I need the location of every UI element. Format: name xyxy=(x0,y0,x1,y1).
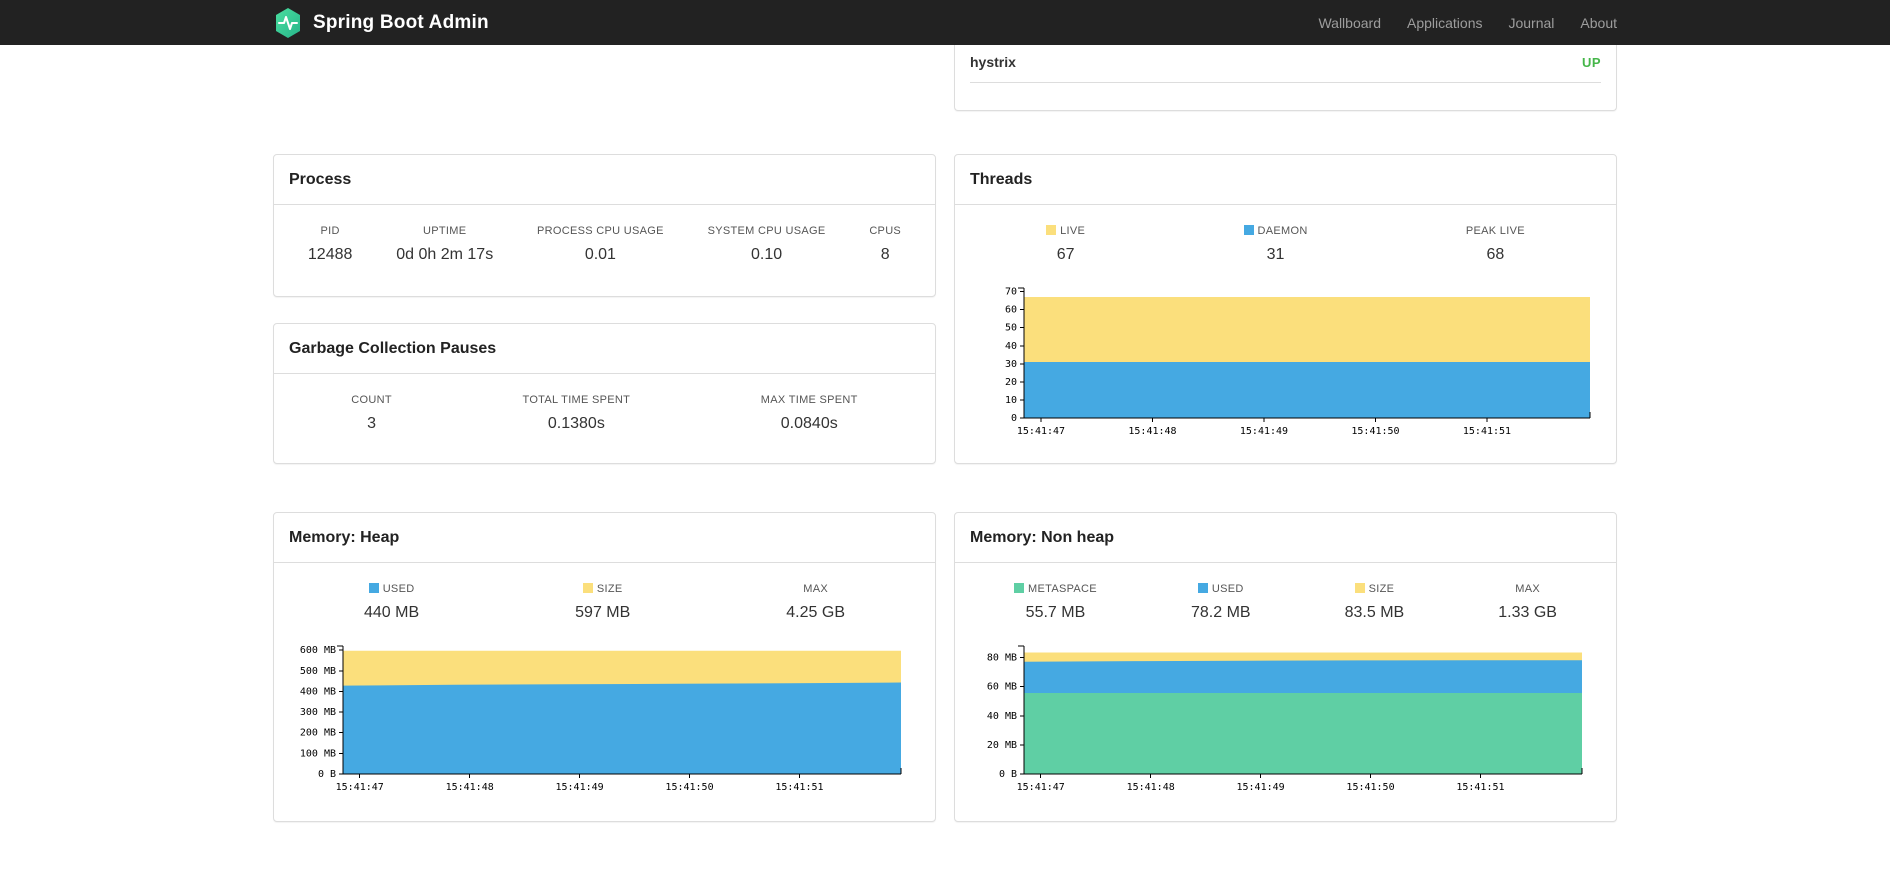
svg-text:50: 50 xyxy=(1004,323,1016,334)
svg-text:0: 0 xyxy=(1010,413,1016,424)
metric-nonheap-metaspace: METASPACE 55.7 MB xyxy=(1014,583,1097,622)
process-metrics: PID 12488 UPTIME 0d 0h 2m 17s PROCESS CP… xyxy=(274,205,935,270)
metric-pid: PID 12488 xyxy=(307,225,353,263)
gc-panel: Garbage Collection Pauses COUNT 3 TOTAL … xyxy=(273,323,936,464)
gc-panel-title: Garbage Collection Pauses xyxy=(274,324,935,374)
svg-text:15:41:51: 15:41:51 xyxy=(1462,426,1510,437)
heap-size-legend-swatch xyxy=(582,583,593,593)
process-panel: Process PID 12488 UPTIME 0d 0h 2m 17s PR… xyxy=(273,154,936,297)
svg-text:15:41:47: 15:41:47 xyxy=(335,782,383,793)
svg-text:60: 60 xyxy=(1004,305,1016,316)
threads-panel: Threads LIVE 67 DAEMON 31 PEAK LIVE 68 0… xyxy=(954,154,1617,464)
nav-item-applications[interactable]: Applications xyxy=(1394,15,1496,31)
svg-text:15:41:47: 15:41:47 xyxy=(1016,782,1064,793)
metric-gc-count: COUNT 3 xyxy=(351,394,392,432)
live-legend-swatch xyxy=(1046,225,1057,235)
svg-text:40 MB: 40 MB xyxy=(986,711,1016,722)
memory-heap-panel: Memory: Heap USED 440 MB SIZE 597 MB MAX xyxy=(273,512,936,822)
svg-text:300 MB: 300 MB xyxy=(299,707,335,718)
svg-text:15:41:51: 15:41:51 xyxy=(1456,782,1504,793)
nonheap-size-legend-swatch xyxy=(1354,583,1365,593)
svg-text:10: 10 xyxy=(1004,395,1016,406)
application-row-hystrix[interactable]: hystrix UP xyxy=(970,45,1601,83)
svg-text:15:41:48: 15:41:48 xyxy=(1128,426,1176,437)
svg-text:15:41:50: 15:41:50 xyxy=(665,782,713,793)
metric-gc-total-time: TOTAL TIME SPENT 0.1380s xyxy=(522,394,631,432)
metric-system-cpu: SYSTEM CPU USAGE 0.10 xyxy=(707,225,826,263)
threads-chart: 0 10 20 30 40 50 60 70 15:41:47 15:41:48 15:41:49 1… xyxy=(1004,287,1590,437)
metric-cpus: CPUS 8 xyxy=(869,225,902,263)
brand-title: Spring Boot Admin xyxy=(313,11,489,33)
svg-text:0 B: 0 B xyxy=(317,769,335,780)
metric-gc-max-time: MAX TIME SPENT 0.0840s xyxy=(760,394,858,432)
svg-text:400 MB: 400 MB xyxy=(299,686,335,697)
metric-threads-peak-live: PEAK LIVE 68 xyxy=(1465,225,1525,263)
svg-text:15:41:48: 15:41:48 xyxy=(1126,782,1174,793)
nav-item-about[interactable]: About xyxy=(1567,15,1617,31)
svg-text:70: 70 xyxy=(1004,287,1016,298)
nav-item-journal[interactable]: Journal xyxy=(1495,15,1567,31)
daemon-legend-swatch xyxy=(1243,225,1254,235)
svg-text:15:41:50: 15:41:50 xyxy=(1351,426,1399,437)
svg-text:60 MB: 60 MB xyxy=(986,682,1016,693)
svg-text:15:41:49: 15:41:49 xyxy=(555,782,603,793)
memory-nonheap-panel-title: Memory: Non heap xyxy=(955,513,1616,563)
svg-text:500 MB: 500 MB xyxy=(299,666,335,677)
heap-used-legend-swatch xyxy=(368,583,379,593)
svg-text:15:41:49: 15:41:49 xyxy=(1239,426,1287,437)
navbar: Spring Boot Admin Wallboard Applications… xyxy=(0,0,1890,45)
metric-nonheap-size: SIZE 83.5 MB xyxy=(1344,583,1405,621)
nav-item-wallboard[interactable]: Wallboard xyxy=(1305,15,1394,31)
svg-text:200 MB: 200 MB xyxy=(299,728,335,739)
metric-threads-live: LIVE 67 xyxy=(1046,225,1085,264)
svg-text:600 MB: 600 MB xyxy=(299,645,335,656)
applications-panel: hystrix UP xyxy=(954,45,1617,111)
memory-nonheap-panel: Memory: Non heap METASPACE 55.7 MB USED … xyxy=(954,512,1617,822)
gc-metrics: COUNT 3 TOTAL TIME SPENT 0.1380s MAX TIM… xyxy=(274,374,935,439)
svg-text:15:41:48: 15:41:48 xyxy=(445,782,493,793)
svg-text:80 MB: 80 MB xyxy=(986,653,1016,664)
threads-panel-title: Threads xyxy=(955,155,1616,205)
svg-text:15:41:49: 15:41:49 xyxy=(1236,782,1284,793)
svg-text:20 MB: 20 MB xyxy=(986,740,1016,751)
svg-text:40: 40 xyxy=(1004,341,1016,352)
spring-boot-admin-logo-icon xyxy=(276,7,300,38)
metric-threads-daemon: DAEMON 31 xyxy=(1243,225,1308,264)
page-content: hystrix UP Process PID 12488 UPTIME 0d 0… xyxy=(273,45,1617,892)
svg-text:20: 20 xyxy=(1004,377,1016,388)
svg-text:0 B: 0 B xyxy=(998,769,1016,780)
metric-uptime: UPTIME 0d 0h 2m 17s xyxy=(396,225,494,263)
metric-nonheap-max: MAX 1.33 GB xyxy=(1498,583,1557,621)
svg-text:100 MB: 100 MB xyxy=(299,748,335,759)
svg-text:15:41:51: 15:41:51 xyxy=(775,782,823,793)
metric-heap-size: SIZE 597 MB xyxy=(575,583,631,621)
memory-heap-chart: 0 B 100 MB 200 MB 300 MB 400 MB 500 MB 600 MB 1… xyxy=(299,645,901,793)
application-name[interactable]: hystrix xyxy=(970,54,1016,70)
empty-cell xyxy=(273,45,936,111)
threads-metrics: LIVE 67 DAEMON 31 PEAK LIVE 68 xyxy=(955,205,1616,270)
process-panel-title: Process xyxy=(274,155,935,205)
nonheap-metrics: METASPACE 55.7 MB USED 78.2 MB SIZE 83.5… xyxy=(955,563,1616,628)
svg-text:15:41:50: 15:41:50 xyxy=(1346,782,1394,793)
metric-process-cpu: PROCESS CPU USAGE 0.01 xyxy=(537,225,664,263)
svg-text:15:41:47: 15:41:47 xyxy=(1016,426,1064,437)
memory-heap-panel-title: Memory: Heap xyxy=(274,513,935,563)
nonheap-used-legend-swatch xyxy=(1197,583,1208,593)
metaspace-legend-swatch xyxy=(1014,583,1025,593)
heap-metrics: USED 440 MB SIZE 597 MB MAX 4.25 GB xyxy=(274,563,935,628)
metric-nonheap-used: USED 78.2 MB xyxy=(1190,583,1251,621)
brand-link[interactable]: Spring Boot Admin xyxy=(273,7,489,39)
navbar-container: Spring Boot Admin Wallboard Applications… xyxy=(273,0,1617,45)
left-column: Process PID 12488 UPTIME 0d 0h 2m 17s PR… xyxy=(273,154,936,464)
metric-heap-used: USED 440 MB xyxy=(364,583,420,621)
status-badge: UP xyxy=(1581,54,1601,70)
svg-text:30: 30 xyxy=(1004,359,1016,370)
nav-links: Wallboard Applications Journal About xyxy=(1305,15,1617,31)
metric-heap-max: MAX 4.25 GB xyxy=(786,583,845,621)
memory-nonheap-chart: 0 B 20 MB 40 MB 60 MB 80 MB 15:41:47 15:41:48 1… xyxy=(986,645,1582,793)
